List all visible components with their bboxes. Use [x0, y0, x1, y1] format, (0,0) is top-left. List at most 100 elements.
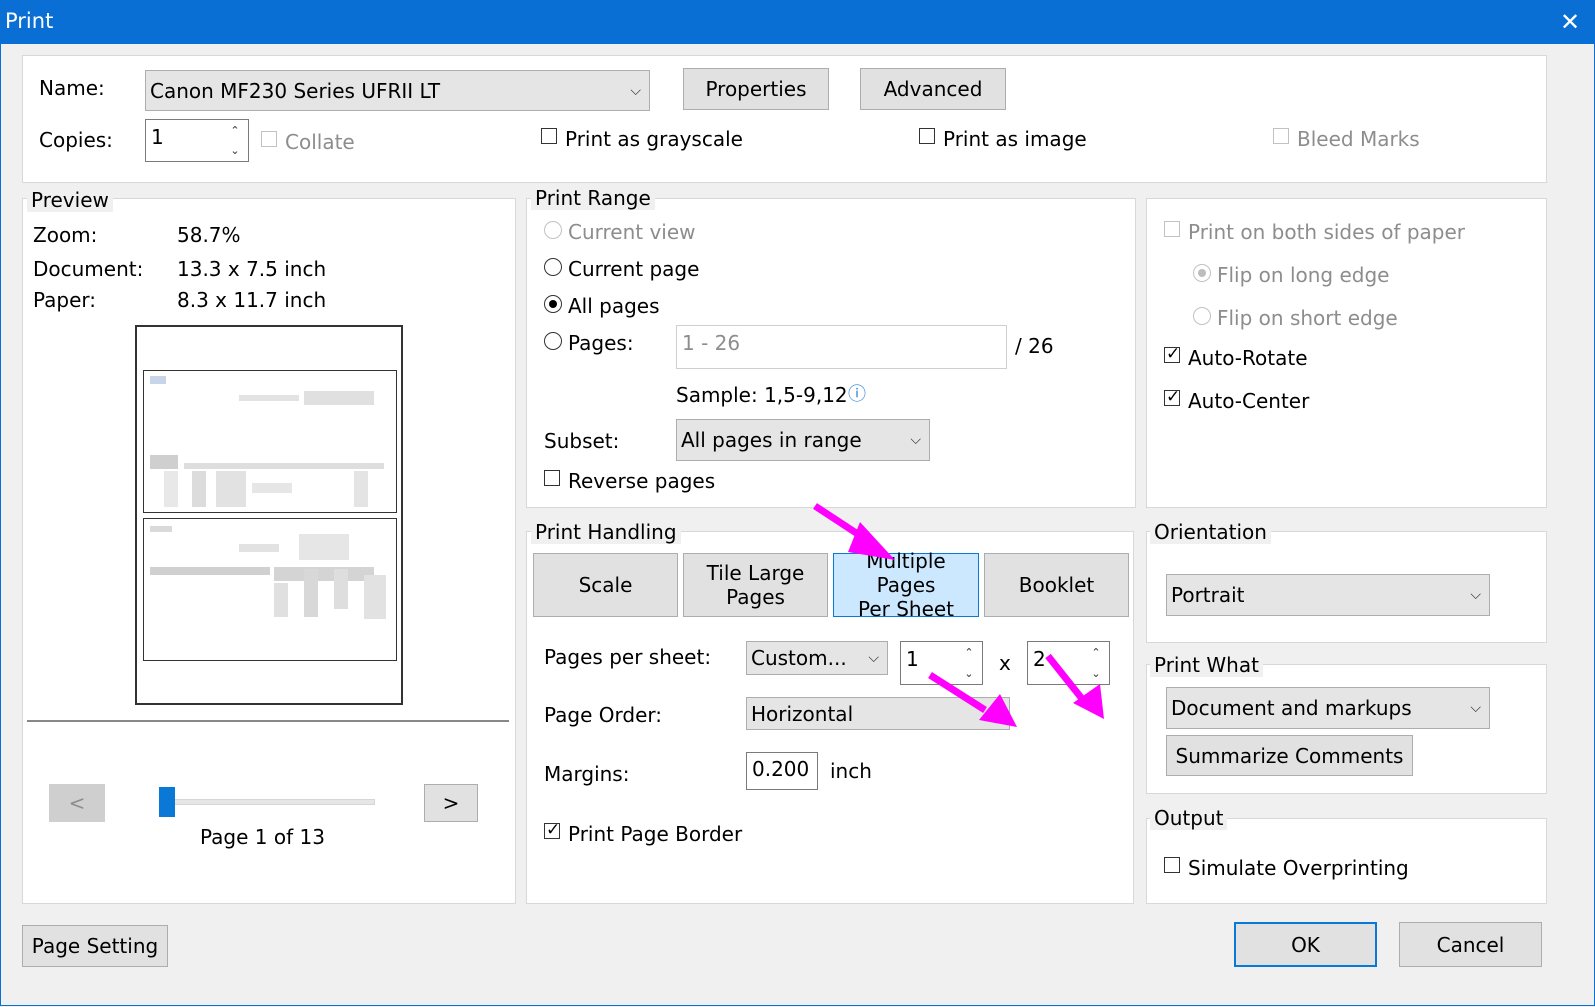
- print-page-border-checkbox[interactable]: [544, 820, 560, 840]
- orientation-title: Orientation: [1150, 520, 1271, 544]
- auto-rotate-checkbox[interactable]: [1164, 344, 1180, 364]
- preview-sheet: [135, 325, 403, 705]
- auto-rotate-label: Auto-Rotate: [1188, 346, 1308, 370]
- all-pages-radio[interactable]: [544, 295, 562, 313]
- paper-value: 8.3 x 11.7 inch: [177, 288, 327, 312]
- rows-stepper[interactable]: 2 ⌃ ⌄: [1027, 641, 1110, 685]
- current-page-label: Current page: [568, 257, 700, 281]
- document-label: Document:: [33, 257, 144, 281]
- columns-value: 1: [906, 647, 919, 671]
- ok-button[interactable]: OK: [1234, 922, 1377, 967]
- simulate-overprinting-checkbox[interactable]: [1164, 857, 1180, 873]
- preview-page-thumbnail: [143, 370, 397, 513]
- reverse-pages-label: Reverse pages: [568, 469, 716, 493]
- page-slider-thumb[interactable]: [158, 787, 175, 817]
- copies-label: Copies:: [39, 128, 113, 152]
- printer-name-label: Name:: [39, 76, 105, 100]
- summarize-comments-button[interactable]: Summarize Comments: [1166, 735, 1413, 776]
- print-what-title: Print What: [1150, 653, 1263, 677]
- both-sides-label: Print on both sides of paper: [1188, 220, 1466, 244]
- spin-arrows-icon[interactable]: ⌃ ⌄: [956, 642, 982, 684]
- all-pages-label: All pages: [568, 294, 660, 318]
- zoom-label: Zoom:: [33, 223, 98, 247]
- print-what-select-value: Document and markups: [1171, 696, 1412, 720]
- chevron-down-icon: ⌵: [868, 650, 879, 666]
- page-setting-button[interactable]: Page Setting: [22, 925, 168, 967]
- zoom-value: 58.7%: [177, 223, 241, 247]
- bleed-marks-label: Bleed Marks: [1297, 127, 1420, 151]
- times-separator: x: [999, 651, 1011, 675]
- reverse-pages-checkbox[interactable]: [544, 470, 560, 486]
- grayscale-label: Print as grayscale: [565, 127, 743, 151]
- prev-page-button[interactable]: <: [49, 784, 105, 822]
- advanced-button[interactable]: Advanced: [860, 68, 1006, 110]
- collate-label: Collate: [285, 130, 355, 154]
- chevron-down-icon: ⌵: [630, 82, 641, 99]
- long-edge-label: Flip on long edge: [1217, 263, 1390, 287]
- chevron-down-icon: ⌵: [1470, 700, 1481, 716]
- chevron-down-icon: ⌵: [910, 432, 921, 448]
- margins-label: Margins:: [544, 762, 630, 786]
- print-range-title: Print Range: [531, 186, 655, 210]
- spin-arrows-icon[interactable]: ⌃ ⌄: [222, 120, 248, 161]
- orientation-select[interactable]: Portrait ⌵: [1166, 574, 1490, 616]
- spin-arrows-icon[interactable]: ⌃ ⌄: [1083, 642, 1109, 684]
- pages-per-sheet-value: Custom...: [751, 646, 847, 670]
- collate-checkbox[interactable]: [261, 131, 277, 147]
- print-page-border-label: Print Page Border: [568, 822, 743, 846]
- cancel-button[interactable]: Cancel: [1399, 922, 1542, 967]
- page-order-label: Page Order:: [544, 703, 662, 727]
- document-value: 13.3 x 7.5 inch: [177, 257, 327, 281]
- divider: [27, 720, 509, 722]
- chevron-down-icon: ⌵: [1470, 587, 1481, 603]
- current-view-radio[interactable]: [544, 221, 562, 239]
- current-page-radio[interactable]: [544, 258, 562, 276]
- rows-value: 2: [1033, 647, 1046, 671]
- pages-total: / 26: [1015, 334, 1054, 358]
- bleed-marks-checkbox[interactable]: [1273, 128, 1289, 144]
- current-view-label: Current view: [568, 220, 696, 244]
- as-image-label: Print as image: [943, 127, 1087, 151]
- page-order-select[interactable]: Horizontal: [746, 697, 1010, 730]
- close-icon[interactable]: ✕: [1555, 7, 1585, 37]
- pages-range-input[interactable]: 1 - 26: [676, 325, 1007, 369]
- margins-input[interactable]: 0.200: [746, 752, 818, 790]
- short-edge-radio[interactable]: [1193, 307, 1211, 325]
- auto-center-label: Auto-Center: [1188, 389, 1310, 413]
- margins-unit: inch: [830, 759, 872, 783]
- grayscale-checkbox[interactable]: [541, 128, 557, 144]
- auto-center-checkbox[interactable]: [1164, 387, 1180, 407]
- subset-label: Subset:: [544, 429, 620, 453]
- tab-booklet[interactable]: Booklet: [984, 553, 1129, 617]
- copies-value: 1: [151, 125, 164, 149]
- subset-select[interactable]: All pages in range ⌵: [676, 419, 930, 461]
- tab-tile-large-pages[interactable]: Tile Large Pages: [683, 553, 828, 617]
- print-what-select[interactable]: Document and markups ⌵: [1166, 687, 1490, 729]
- pages-per-sheet-select[interactable]: Custom... ⌵: [746, 641, 888, 675]
- printer-select[interactable]: Canon MF230 Series UFRII LT ⌵: [145, 70, 650, 111]
- page-status: Page 1 of 13: [200, 825, 325, 849]
- pages-radio[interactable]: [544, 332, 562, 350]
- sample-text: Sample: 1,5-9,12: [676, 383, 848, 407]
- both-sides-checkbox[interactable]: [1164, 221, 1180, 237]
- tab-scale[interactable]: Scale: [533, 553, 678, 617]
- columns-stepper[interactable]: 1 ⌃ ⌄: [900, 641, 983, 685]
- orientation-select-value: Portrait: [1171, 583, 1245, 607]
- title-bar: [0, 0, 1595, 44]
- page-order-value: Horizontal: [751, 701, 854, 726]
- preview-page-thumbnail: [143, 518, 397, 661]
- paper-label: Paper:: [33, 288, 97, 312]
- long-edge-radio[interactable]: [1193, 264, 1211, 282]
- next-page-button[interactable]: >: [424, 784, 478, 822]
- tab-multiple-pages-per-sheet[interactable]: Multiple Pages Per Sheet: [833, 549, 979, 621]
- pages-per-sheet-label: Pages per sheet:: [544, 645, 712, 669]
- subset-select-value: All pages in range: [681, 428, 862, 452]
- properties-button[interactable]: Properties: [683, 68, 829, 110]
- copies-stepper[interactable]: 1 ⌃ ⌄: [145, 119, 249, 162]
- short-edge-label: Flip on short edge: [1217, 306, 1398, 330]
- pages-label: Pages:: [568, 331, 634, 355]
- page-slider-track[interactable]: [160, 799, 375, 805]
- print-handling-title: Print Handling: [531, 520, 681, 544]
- info-icon[interactable]: ⓘ: [848, 380, 866, 406]
- as-image-checkbox[interactable]: [919, 128, 935, 144]
